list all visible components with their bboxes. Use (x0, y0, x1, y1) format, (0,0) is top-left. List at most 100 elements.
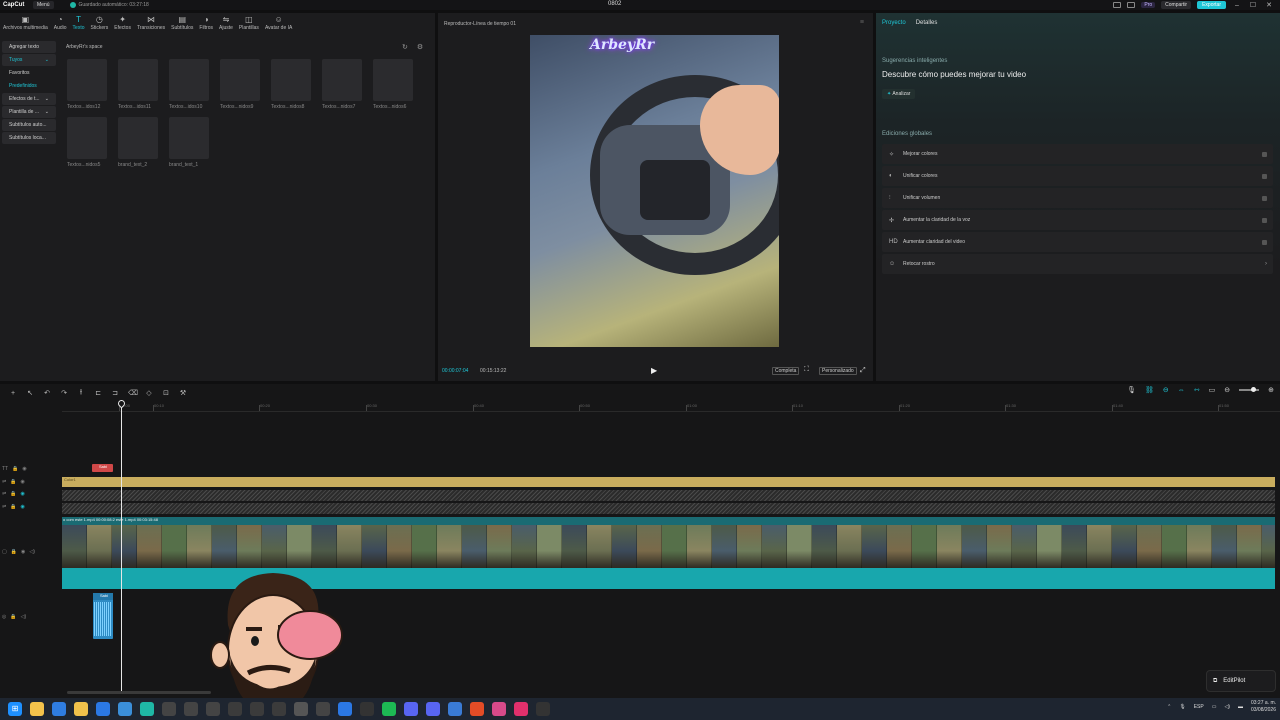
playhead[interactable] (116, 398, 127, 692)
menu-button[interactable]: Menú (33, 1, 54, 9)
magnet-icon[interactable]: ⊖ (1163, 386, 1169, 394)
preset-card[interactable]: Textos...nidos5 (67, 117, 107, 168)
capcut-icon[interactable] (536, 702, 550, 716)
preset-card[interactable]: Textos...idos12 (67, 59, 107, 110)
delete-icon[interactable]: ⌫ (128, 389, 138, 397)
chevron-up-icon[interactable]: ⌃ (1167, 704, 1171, 710)
tool-media[interactable]: ▣ Archivos multimedia (0, 13, 51, 33)
category-presets[interactable]: Predefinidos (2, 80, 56, 92)
preset-card[interactable]: brand_text_2 (118, 117, 158, 168)
feature-unify-colors[interactable]: ◐ Unificar colores (882, 166, 1273, 186)
lock-icon[interactable]: 🔒 (10, 614, 16, 620)
battery-icon[interactable]: ▬ (1238, 704, 1243, 710)
effect-clip[interactable] (62, 490, 1275, 501)
crop-icon[interactable]: ⛶ (804, 366, 809, 374)
mic-icon[interactable]: 🎙 (1127, 386, 1136, 394)
mic-icon[interactable]: 🎙 (1179, 704, 1185, 710)
pro-badge[interactable]: Pro (1141, 2, 1156, 8)
eye-icon[interactable]: ◉ (20, 479, 24, 485)
toggle[interactable] (1262, 217, 1267, 223)
app-icon[interactable] (272, 702, 286, 716)
toggle[interactable] (1262, 151, 1267, 157)
editpilot-button[interactable]: ⧉ EditPilot (1206, 670, 1276, 692)
menu-icon[interactable]: ≡ (860, 19, 864, 26)
category-yours[interactable]: Tuyos ⌄ (2, 54, 56, 66)
toggle[interactable] (1262, 195, 1267, 201)
close-icon[interactable]: ✕ (1264, 1, 1274, 9)
snap-icon[interactable]: ⇔ (1178, 387, 1185, 394)
audio-clip[interactable]: Sabi (93, 593, 113, 639)
trim-left-icon[interactable]: ⊏ (94, 389, 102, 397)
filter-clip[interactable]: Color1 (62, 477, 1275, 487)
tab-project[interactable]: Proyecto (882, 20, 906, 26)
app-icon[interactable] (492, 702, 506, 716)
shield-icon[interactable]: ◇ (145, 389, 153, 397)
lock-icon[interactable]: 🔒 (12, 466, 18, 472)
timeline-ruler[interactable]: 00:00 00:10 00:20 00:30 00:40 00:50 01:0… (62, 402, 1280, 412)
export-button[interactable]: Exportar (1197, 1, 1226, 9)
lock-icon[interactable]: 🔒 (10, 479, 16, 485)
record-icon[interactable]: ◎ (2, 614, 6, 620)
edge-icon[interactable] (52, 702, 66, 716)
language-indicator[interactable]: ESP (1194, 704, 1204, 710)
preset-card[interactable]: Textos...nidos6 (373, 59, 413, 110)
video-preview[interactable]: ArbeyRr (530, 35, 779, 347)
file-explorer-icon[interactable] (74, 702, 88, 716)
tiktok-icon[interactable] (514, 702, 528, 716)
tool-audio[interactable]: ◔ Audio (51, 13, 70, 33)
feature-unify-volume[interactable]: ⫶ Unificar volumen (882, 188, 1273, 208)
tool-adjust[interactable]: ⇋ Ajuste (216, 13, 236, 33)
tool-stickers[interactable]: ◷ Stickers (88, 13, 112, 33)
discord-icon[interactable] (404, 702, 418, 716)
add-icon[interactable]: + (9, 390, 17, 397)
project-name[interactable]: 0802 (608, 1, 621, 7)
category-text-templates[interactable]: Plantilla de ... ⌄ (2, 106, 56, 118)
toggle[interactable] (1262, 173, 1267, 179)
toggle[interactable] (1262, 239, 1267, 245)
play-icon[interactable]: ▶ (651, 366, 657, 375)
eye-icon[interactable]: ◉ (20, 491, 24, 497)
audio-mute-icon[interactable]: ◁) (21, 614, 27, 620)
zoom-knob[interactable] (1251, 387, 1257, 392)
preset-card[interactable]: Textos...idos11 (118, 59, 158, 110)
clock[interactable]: 03:27 a. m. 03/08/2026 (1251, 700, 1276, 714)
tool-avatar[interactable]: ☺ Avatar de IA (262, 13, 295, 33)
preset-card[interactable]: brand_text_1 (169, 117, 209, 168)
crop-icon[interactable]: ⊡ (162, 389, 170, 397)
tool-filters[interactable]: ◑ Filtros (196, 13, 216, 33)
category-local-captions[interactable]: Subtítulos loca... (2, 132, 56, 144)
audio-mute-icon[interactable]: ◁) (29, 549, 35, 555)
pointer-icon[interactable]: ↖ (26, 389, 34, 397)
photos-icon[interactable] (118, 702, 132, 716)
lock-icon[interactable]: 🔒 (10, 504, 16, 510)
feature-video-clarity[interactable]: HD Aumentar claridad del video (882, 232, 1273, 252)
category-add-text[interactable]: Agregar texto (2, 41, 56, 53)
volume-icon[interactable]: ◁) (1224, 704, 1230, 710)
feature-voice-clarity[interactable]: ✢ Aumentar la claridad de la voz (882, 210, 1273, 230)
fullscreen-icon[interactable]: ⤢ (860, 367, 866, 375)
notepad-icon[interactable] (96, 702, 110, 716)
maximize-icon[interactable]: ☐ (1248, 1, 1258, 9)
layout-icon[interactable] (1113, 2, 1122, 8)
capcut-app-icon[interactable] (140, 702, 154, 716)
full-button[interactable]: Completa (772, 367, 800, 375)
eye-icon[interactable]: ◉ (22, 466, 26, 472)
zoom-fit-icon[interactable]: ⊕ (1268, 386, 1274, 394)
epic-games-icon[interactable] (294, 702, 308, 716)
tool-subtitles[interactable]: ▤ Subtítulos (168, 13, 196, 33)
lock-icon[interactable]: 🔒 (10, 491, 16, 497)
category-favorites[interactable]: Favoritos (2, 67, 56, 79)
preset-card[interactable]: Textos...nidos9 (220, 59, 260, 110)
tool-text[interactable]: T Texto (70, 13, 88, 33)
title-clip[interactable]: Sabi (92, 464, 113, 472)
zoom-out-icon[interactable]: ⊖ (1224, 386, 1230, 394)
capcut-icon[interactable] (360, 702, 374, 716)
app-icon[interactable] (228, 702, 242, 716)
preset-card[interactable]: Textos...nidos8 (271, 59, 311, 110)
caption-icon[interactable]: ▭ (1209, 386, 1216, 394)
ratio-button[interactable]: Personalizado (819, 367, 857, 375)
tool-templates[interactable]: ◫ Plantillas (236, 13, 262, 33)
category-text-effects[interactable]: Efectos de t... ⌄ (2, 93, 56, 105)
grid-app-icon[interactable] (338, 702, 352, 716)
refresh-icon[interactable]: ↻ (402, 43, 408, 51)
